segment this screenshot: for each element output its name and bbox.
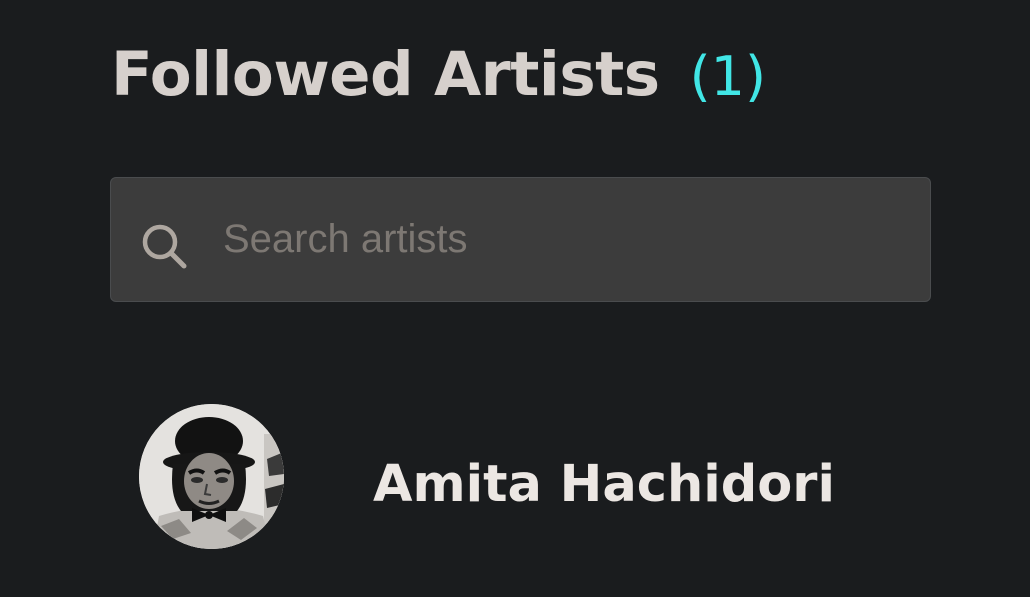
artist-avatar[interactable] <box>139 404 284 549</box>
search-input[interactable] <box>223 178 913 301</box>
page-title-text: Followed Artists <box>111 39 660 110</box>
artist-name[interactable]: Amita Hachidori <box>373 455 835 515</box>
search-icon <box>142 224 187 269</box>
avatar-photo <box>139 404 284 549</box>
followed-count: (1) <box>689 45 767 108</box>
artist-list-item[interactable]: Amita Hachidori <box>110 395 931 565</box>
page-title: Followed Artists (1) <box>111 36 766 116</box>
search-box[interactable] <box>110 177 931 302</box>
